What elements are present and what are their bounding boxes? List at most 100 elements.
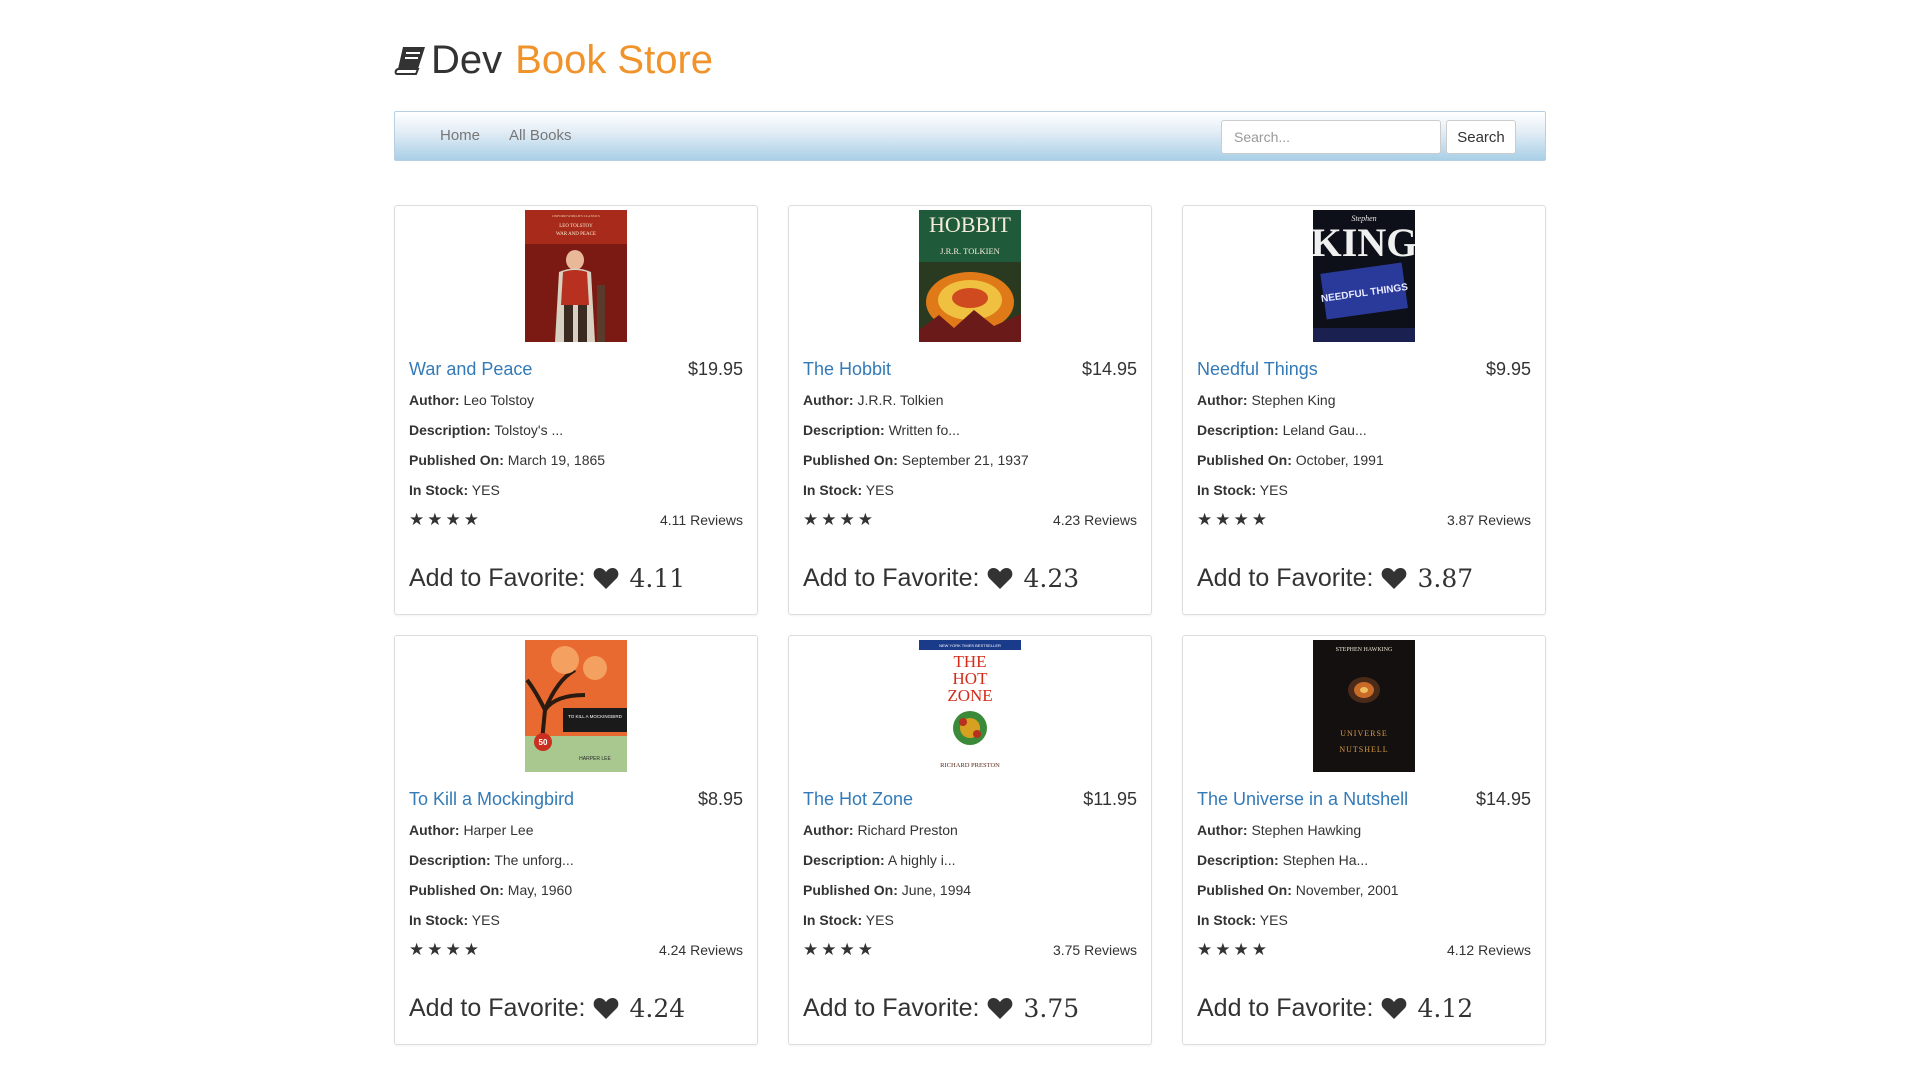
description-label: Description: [409,852,491,868]
cover-text: STEPHEN HAWKING [1336,647,1393,653]
book-title-link[interactable]: War and Peace [409,359,532,380]
book-description: Description: A highly i... [803,850,1137,870]
add-favorite-label[interactable]: Add to Favorite: [409,564,585,593]
reviews-count: 4.23 Reviews [1052,512,1137,528]
published-value: September 21, 1937 [901,452,1029,468]
book-cover[interactable]: Stephen KING NEEDFUL THINGS [1313,210,1415,342]
cover-text: UNIVERSE [1340,729,1388,738]
add-favorite-label[interactable]: Add to Favorite: [409,994,585,1023]
book-title-link[interactable]: To Kill a Mockingbird [409,789,574,810]
add-favorite-label[interactable]: Add to Favorite: [803,994,979,1023]
reviews-count: 3.87 Reviews [1446,512,1531,528]
favorite-count: 4.23 [1023,563,1080,593]
book-title-link[interactable]: Needful Things [1197,359,1318,380]
description-value: Written fo... [888,422,960,438]
reviews-count: 4.24 Reviews [658,942,743,958]
book-rating: ★★★★ 4.11 Reviews [409,510,743,530]
cover-text: NUTSHELL [1339,745,1388,754]
book-icon [394,47,425,75]
book-cover[interactable]: HOBBIT J.R.R. TOLKIEN [919,210,1021,342]
stock-label: In Stock: [803,912,863,928]
stock-value: YES [471,482,500,498]
stock-label: In Stock: [409,482,469,498]
book-cover-image: Stephen KING NEEDFUL THINGS [1313,210,1415,342]
heart-icon[interactable] [987,566,1013,590]
book-stock: In Stock: YES [803,910,1137,930]
book-published: Published On: May, 1960 [409,880,743,900]
heart-icon[interactable] [1381,996,1407,1020]
book-card: TO KILL A MOCKINGBIRD 50 HARPER LEE To K… [394,635,758,1045]
book-author: Author: Richard Preston [803,820,1137,840]
star-rating: ★★★★ [803,940,876,959]
book-author: Author: Stephen Hawking [1197,820,1531,840]
book-card: OXFORD WORLD'S CLASSICS LEO TOLSTOY WAR … [394,205,758,615]
author-label: Author: [1197,392,1248,408]
book-title-link[interactable]: The Hot Zone [803,789,913,810]
book-published: Published On: October, 1991 [1197,450,1531,470]
favorite-count: 3.87 [1417,563,1474,593]
published-value: June, 1994 [901,882,972,898]
book-cover-image: OXFORD WORLD'S CLASSICS LEO TOLSTOY WAR … [525,210,627,342]
nav-link-home[interactable]: Home [440,112,480,160]
cover-text: KING [1313,220,1415,265]
book-card: Stephen KING NEEDFUL THINGS Needful Thin… [1182,205,1546,615]
book-cover[interactable]: STEPHEN HAWKING UNIVERSE NUTSHELL [1313,640,1415,772]
book-cover[interactable]: NEW YORK TIMES BESTSELLER THE HOT ZONE R… [919,640,1021,772]
book-cover[interactable]: TO KILL A MOCKINGBIRD 50 HARPER LEE [525,640,627,772]
description-label: Description: [1197,422,1279,438]
book-title-row: War and Peace $19.95 [409,357,743,381]
author-value: Leo Tolstoy [463,392,535,408]
star-rating: ★★★★ [409,940,482,959]
book-title-link[interactable]: The Hobbit [803,359,891,380]
description-value: Leland Gau... [1282,422,1367,438]
search-input[interactable] [1221,120,1441,154]
favorite-row: Add to Favorite: 3.75 [803,990,1079,1026]
book-cover-image: TO KILL A MOCKINGBIRD 50 HARPER LEE [525,640,627,772]
published-label: Published On: [1197,882,1292,898]
book-rating: ★★★★ 4.24 Reviews [409,940,743,960]
favorite-row: Add to Favorite: 4.24 [409,990,685,1026]
heart-icon[interactable] [593,566,619,590]
book-cover-image: STEPHEN HAWKING UNIVERSE NUTSHELL [1313,640,1415,772]
stock-label: In Stock: [409,912,469,928]
published-value: October, 1991 [1295,452,1384,468]
reviews-count: 3.75 Reviews [1052,942,1137,958]
book-published: Published On: September 21, 1937 [803,450,1137,470]
search-button[interactable]: Search [1446,120,1516,154]
book-author: Author: J.R.R. Tolkien [803,390,1137,410]
site-brand[interactable]: Dev Book Store [394,34,713,86]
book-title-link[interactable]: The Universe in a Nutshell [1197,789,1408,810]
heart-icon[interactable] [1381,566,1407,590]
book-price: $14.95 [1475,788,1531,809]
favorite-count: 4.12 [1417,993,1474,1023]
star-rating: ★★★★ [409,510,482,529]
stock-value: YES [865,482,894,498]
nav-link-all-books[interactable]: All Books [509,112,572,160]
heart-icon[interactable] [987,996,1013,1020]
book-description: Description: Written fo... [803,420,1137,440]
author-label: Author: [1197,822,1248,838]
brand-prefix: Dev [431,38,503,82]
add-favorite-label[interactable]: Add to Favorite: [1197,994,1373,1023]
book-cover-image: NEW YORK TIMES BESTSELLER THE HOT ZONE R… [919,640,1021,772]
book-description: Description: The unforg... [409,850,743,870]
cover-text: LEO TOLSTOY [559,224,593,229]
author-label: Author: [803,392,854,408]
book-title-row: To Kill a Mockingbird $8.95 [409,787,743,811]
description-value: Tolstoy's ... [494,422,564,438]
published-label: Published On: [409,882,504,898]
stock-value: YES [471,912,500,928]
book-stock: In Stock: YES [1197,480,1531,500]
description-label: Description: [803,422,885,438]
book-cover[interactable]: OXFORD WORLD'S CLASSICS LEO TOLSTOY WAR … [525,210,627,342]
book-card: HOBBIT J.R.R. TOLKIEN The Hobbit $14.95 … [788,205,1152,615]
book-description: Description: Stephen Ha... [1197,850,1531,870]
add-favorite-label[interactable]: Add to Favorite: [1197,564,1373,593]
book-published: Published On: November, 2001 [1197,880,1531,900]
book-price: $8.95 [697,788,743,809]
favorite-row: Add to Favorite: 4.23 [803,560,1079,596]
author-value: Stephen Hawking [1251,822,1362,838]
add-favorite-label[interactable]: Add to Favorite: [803,564,979,593]
heart-icon[interactable] [593,996,619,1020]
book-price: $9.95 [1485,358,1531,379]
